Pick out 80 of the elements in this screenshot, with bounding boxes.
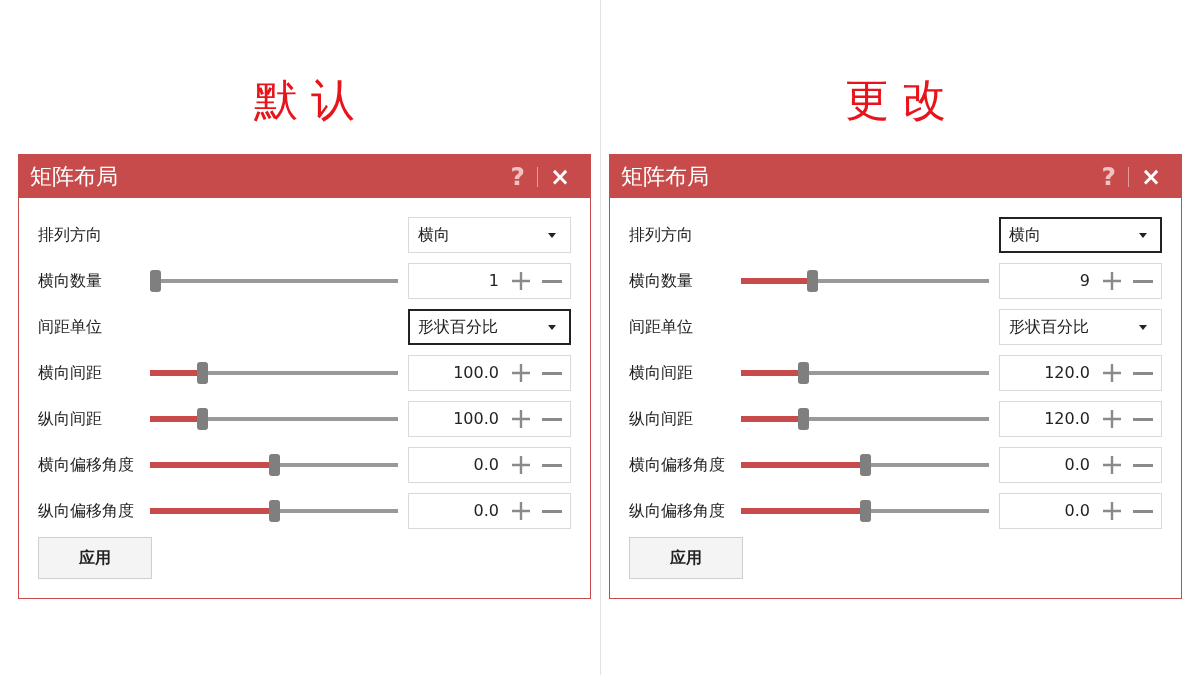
number-value: 120.0 [1044,363,1090,383]
number-value: 0.0 [1064,501,1090,521]
slider-thumb[interactable] [859,500,871,522]
number-field[interactable]: 9 [999,263,1162,299]
row-label: 横向数量 [38,271,103,291]
slider-thumb[interactable] [797,408,809,430]
number-field[interactable]: 0.0 [999,447,1162,483]
number-field[interactable]: 100.0 [408,355,571,391]
number-field[interactable]: 1 [408,263,571,299]
number-value: 1 [488,271,499,291]
plus-icon[interactable] [1103,364,1121,382]
plus-icon[interactable] [512,502,530,520]
slider-thumb[interactable] [797,362,809,384]
plus-icon[interactable] [1103,410,1121,428]
number-value: 100.0 [453,363,499,383]
number-value: 100.0 [453,409,499,429]
number-field[interactable]: 100.0 [408,401,571,437]
slider-thumb[interactable] [807,270,819,292]
row-label: 纵向偏移角度 [629,501,726,521]
number-field[interactable]: 0.0 [408,493,571,529]
row-label: 横向偏移角度 [38,455,135,475]
caret-icon [1139,232,1147,238]
window-title: 矩阵布局 [621,162,709,191]
minus-icon[interactable] [542,371,562,375]
row-label: 纵向间距 [629,409,694,429]
row-label: 横向间距 [629,363,694,383]
plus-icon[interactable] [512,456,530,474]
apply-button[interactable]: 应用 [38,537,152,579]
number-value: 9 [1079,271,1090,291]
slider-thumb[interactable] [197,362,209,384]
slider-thumb[interactable] [197,408,209,430]
number-value: 0.0 [473,455,499,475]
number-field[interactable]: 120.0 [999,355,1162,391]
row-label: 横向数量 [629,271,694,291]
minus-icon[interactable] [1133,279,1153,283]
minus-icon[interactable] [542,463,562,467]
row-label: 横向偏移角度 [629,455,726,475]
number-field[interactable]: 0.0 [408,447,571,483]
dropdown[interactable]: 横向 [999,217,1162,253]
row-label: 排列方向 [629,225,694,245]
caret-icon [548,232,556,238]
slider-thumb[interactable] [268,454,280,476]
number-value: 120.0 [1044,409,1090,429]
minus-icon[interactable] [1133,509,1153,513]
dropdown[interactable]: 形状百分比 [999,309,1162,345]
window-title: 矩阵布局 [30,162,118,191]
plus-icon[interactable] [1103,456,1121,474]
row-label: 排列方向 [38,225,103,245]
apply-button[interactable]: 应用 [629,537,743,579]
minus-icon[interactable] [542,417,562,421]
slider-thumb[interactable] [268,500,280,522]
plus-icon[interactable] [512,272,530,290]
section-heading: 默 认 [253,74,356,126]
caret-icon [1139,324,1147,330]
row-label: 间距单位 [629,317,694,337]
row-label: 横向间距 [38,363,103,383]
number-field[interactable]: 120.0 [999,401,1162,437]
minus-icon[interactable] [1133,463,1153,467]
close-button[interactable]: × [1138,162,1163,191]
minus-icon[interactable] [1133,417,1153,421]
plus-icon[interactable] [1103,272,1121,290]
caret-icon [548,324,556,330]
plus-icon[interactable] [512,410,530,428]
plus-icon[interactable] [512,364,530,382]
row-label: 间距单位 [38,317,103,337]
number-value: 0.0 [473,501,499,521]
slider-thumb[interactable] [150,270,161,292]
row-label: 纵向间距 [38,409,103,429]
dropdown[interactable]: 横向 [408,217,571,253]
plus-icon[interactable] [1103,502,1121,520]
minus-icon[interactable] [542,279,562,283]
minus-icon[interactable] [542,509,562,513]
slider-thumb[interactable] [859,454,871,476]
dropdown[interactable]: 形状百分比 [408,309,571,345]
number-field[interactable]: 0.0 [999,493,1162,529]
minus-icon[interactable] [1133,371,1153,375]
row-label: 纵向偏移角度 [38,501,135,521]
close-button[interactable]: × [547,162,572,191]
number-value: 0.0 [1064,455,1090,475]
section-heading: 更 改 [844,74,947,126]
